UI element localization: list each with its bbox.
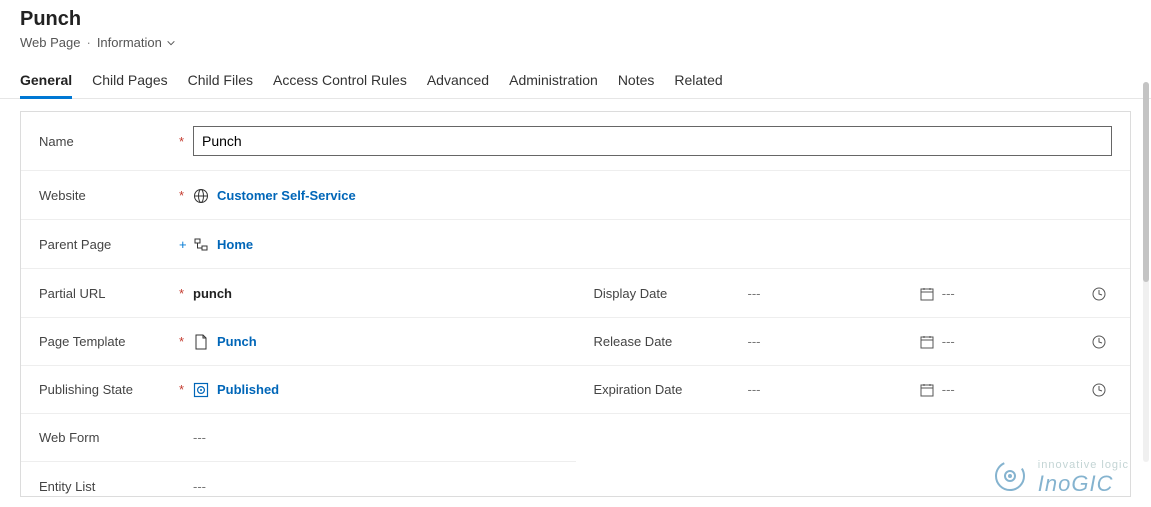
field-display-date: Display Date --- --- [576,270,1131,318]
label-expiration-date: Expiration Date [594,382,734,397]
breadcrumb-separator: · [86,35,90,50]
label-page-template: Page Template [39,334,179,349]
release-date-calendar[interactable]: --- [920,334,1050,349]
field-partial-url: Partial URL * punch [21,270,576,318]
label-display-date: Display Date [594,286,734,301]
required-indicator: * [179,134,193,149]
scrollbar-thumb[interactable] [1143,82,1149,282]
required-indicator: * [179,334,193,349]
field-website: Website * Customer Self-Service [21,172,1130,220]
display-date-date-input[interactable]: --- [748,286,878,301]
field-release-date: Release Date --- --- [576,318,1131,366]
web-form-lookup[interactable]: --- [193,430,558,445]
tab-bar: General Child Pages Child Files Access Cont… [0,50,1151,99]
website-value: Customer Self-Service [217,188,356,203]
display-date-cal-value: --- [942,286,955,301]
tab-notes[interactable]: Notes [618,68,655,98]
page-template-lookup[interactable]: Punch [193,334,558,350]
publishing-state-lookup[interactable]: Published [193,382,558,398]
clock-icon [1092,335,1106,349]
label-parent-page: Parent Page [39,237,179,252]
entity-list-lookup[interactable]: --- [193,479,558,494]
display-date-calendar[interactable]: --- [920,286,1050,301]
template-icon [193,334,209,350]
form-area: Name * Website * Customer Self-Service P… [20,111,1131,497]
clock-icon [1092,383,1106,397]
entity-type-label: Web Page [20,35,80,50]
calendar-icon [920,383,934,397]
page-tree-icon [193,237,209,253]
display-date-date-value: --- [748,286,761,301]
form-selector-label: Information [97,35,162,50]
tab-administration[interactable]: Administration [509,68,598,98]
calendar-icon [920,335,934,349]
name-input[interactable] [193,126,1112,156]
state-icon [193,382,209,398]
expiration-date-calendar[interactable]: --- [920,382,1050,397]
calendar-icon [920,287,934,301]
form-selector[interactable]: Information [97,35,176,50]
parent-page-value: Home [217,237,253,252]
field-parent-page: Parent Page + Home [21,221,1130,269]
web-form-value: --- [193,430,206,445]
field-web-form: Web Form --- [21,414,576,462]
field-entity-list: Entity List --- [21,462,576,497]
partial-url-value: punch [193,286,232,301]
field-name: Name * [21,112,1130,171]
tab-advanced[interactable]: Advanced [427,68,489,98]
tab-child-files[interactable]: Child Files [188,68,253,98]
website-lookup[interactable]: Customer Self-Service [193,188,1112,204]
field-page-template: Page Template * Punch [21,318,576,366]
page-template-value: Punch [217,334,257,349]
chevron-down-icon [166,38,176,48]
release-date-date-input[interactable]: --- [748,334,878,349]
field-expiration-date: Expiration Date --- --- [576,366,1131,414]
label-website: Website [39,188,179,203]
tab-child-pages[interactable]: Child Pages [92,68,168,98]
label-web-form: Web Form [39,430,179,445]
vertical-scrollbar[interactable] [1143,82,1149,462]
expiration-date-cal-value: --- [942,382,955,397]
required-indicator: * [179,286,193,301]
release-date-date-value: --- [748,334,761,349]
page-title: Punch [20,8,1131,31]
release-date-cal-value: --- [942,334,955,349]
tab-general[interactable]: General [20,68,72,98]
display-date-time-input[interactable] [1092,287,1106,301]
entity-list-value: --- [193,479,206,494]
label-publishing-state: Publishing State [39,382,179,397]
field-publishing-state: Publishing State * Published [21,366,576,414]
tab-related[interactable]: Related [674,68,722,98]
required-indicator: * [179,382,193,397]
release-date-time-input[interactable] [1092,335,1106,349]
expiration-date-date-input[interactable]: --- [748,382,878,397]
label-release-date: Release Date [594,334,734,349]
tab-access-control-rules[interactable]: Access Control Rules [273,68,407,98]
recommended-indicator: + [179,237,193,252]
expiration-date-date-value: --- [748,382,761,397]
globe-icon [193,188,209,204]
expiration-date-time-input[interactable] [1092,383,1106,397]
publishing-state-value: Published [217,382,279,397]
partial-url-input[interactable]: punch [193,286,558,301]
required-indicator: * [179,188,193,203]
label-name: Name [39,134,179,149]
label-partial-url: Partial URL [39,286,179,301]
breadcrumb: Web Page · Information [20,35,1131,50]
clock-icon [1092,287,1106,301]
parent-page-lookup[interactable]: Home [193,237,1112,253]
label-entity-list: Entity List [39,479,179,494]
